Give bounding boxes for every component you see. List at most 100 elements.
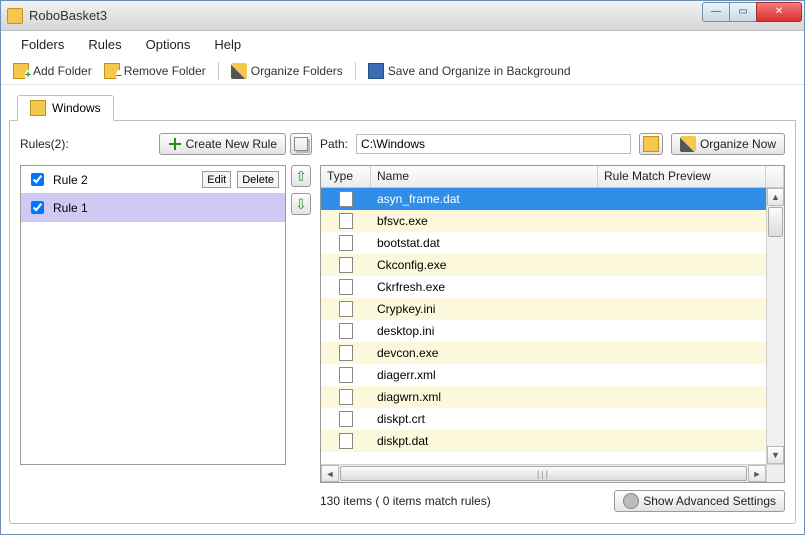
rules-list[interactable]: Rule 2 Edit Delete Rule 1: [20, 165, 286, 465]
tab-row: Windows: [9, 93, 796, 121]
file-name: Crypkey.ini: [371, 300, 598, 318]
organize-folders-button[interactable]: Organize Folders: [227, 61, 347, 81]
arrow-up-icon: ⇧: [295, 168, 307, 185]
save-bg-button[interactable]: Save and Organize in Background: [364, 61, 575, 81]
file-name: asyn_frame.dat: [371, 190, 598, 208]
toolbar-separator: [218, 62, 219, 80]
menu-rules[interactable]: Rules: [78, 34, 131, 55]
file-preview: [598, 263, 766, 267]
file-name: diskpt.crt: [371, 410, 598, 428]
rule-checkbox[interactable]: [31, 173, 44, 186]
title-bar[interactable]: RoboBasket3 — ▭ ✕: [1, 1, 804, 31]
file-name: Ckconfig.exe: [371, 256, 598, 274]
file-name: bootstat.dat: [371, 234, 598, 252]
scroll-left-button[interactable]: ◄: [321, 465, 339, 482]
scroll-down-button[interactable]: ▼: [767, 446, 784, 464]
rule-item[interactable]: Rule 1: [21, 194, 285, 222]
scroll-thumb[interactable]: |||: [340, 466, 747, 481]
header-type[interactable]: Type: [321, 166, 371, 187]
app-window: RoboBasket3 — ▭ ✕ Folders Rules Options …: [0, 0, 805, 535]
arrow-down-icon: ⇩: [295, 196, 307, 213]
file-row[interactable]: asyn_frame.dat: [321, 188, 766, 210]
menu-help[interactable]: Help: [204, 34, 251, 55]
tab-windows[interactable]: Windows: [17, 95, 114, 121]
file-icon: [339, 389, 353, 405]
rule-name: Rule 1: [53, 201, 279, 215]
header-preview[interactable]: Rule Match Preview: [598, 166, 766, 187]
file-preview: [598, 219, 766, 223]
close-button[interactable]: ✕: [756, 2, 802, 22]
file-row[interactable]: devcon.exe: [321, 342, 766, 364]
add-folder-button[interactable]: Add Folder: [9, 61, 96, 81]
file-preview: [598, 373, 766, 377]
maximize-button[interactable]: ▭: [729, 2, 757, 22]
create-new-rule-button[interactable]: Create New Rule: [159, 133, 286, 155]
toolbar-separator: [355, 62, 356, 80]
file-preview: [598, 329, 766, 333]
file-preview: [598, 395, 766, 399]
file-row[interactable]: desktop.ini: [321, 320, 766, 342]
panel: Rules(2): Create New Rule: [9, 121, 796, 524]
horizontal-scrollbar[interactable]: ◄ ||| ►: [321, 464, 784, 482]
file-row[interactable]: diskpt.crt: [321, 408, 766, 430]
minimize-button[interactable]: —: [702, 2, 730, 22]
file-name: desktop.ini: [371, 322, 598, 340]
edit-rule-button[interactable]: Edit: [202, 171, 231, 188]
file-row[interactable]: bootstat.dat: [321, 232, 766, 254]
path-input[interactable]: [356, 134, 631, 154]
file-icon: [339, 213, 353, 229]
file-name: diskpt.dat: [371, 432, 598, 450]
organize-now-button[interactable]: Organize Now: [671, 133, 785, 155]
file-preview: [598, 417, 766, 421]
folder-icon: [30, 100, 46, 116]
file-preview: [598, 351, 766, 355]
menu-folders[interactable]: Folders: [11, 34, 74, 55]
browse-folder-button[interactable]: [639, 133, 663, 155]
file-icon: [339, 191, 353, 207]
move-up-button[interactable]: ⇧: [291, 165, 311, 187]
copy-rule-button[interactable]: [290, 133, 312, 155]
file-name: diagwrn.xml: [371, 388, 598, 406]
vertical-scrollbar[interactable]: ▲ ▼: [766, 188, 784, 464]
file-preview: [598, 197, 766, 201]
save-icon: [368, 63, 384, 79]
plus-icon: [168, 137, 182, 151]
file-row[interactable]: diagwrn.xml: [321, 386, 766, 408]
file-row[interactable]: Crypkey.ini: [321, 298, 766, 320]
copy-icon: [294, 137, 308, 151]
file-icon: [339, 279, 353, 295]
menu-options[interactable]: Options: [136, 34, 201, 55]
file-icon: [339, 433, 353, 449]
rule-name: Rule 2: [53, 173, 196, 187]
file-row[interactable]: diagerr.xml: [321, 364, 766, 386]
rule-checkbox[interactable]: [31, 201, 44, 214]
file-icon: [339, 345, 353, 361]
show-advanced-settings-button[interactable]: Show Advanced Settings: [614, 490, 785, 512]
file-row[interactable]: Ckrfresh.exe: [321, 276, 766, 298]
file-row[interactable]: Ckconfig.exe: [321, 254, 766, 276]
file-row[interactable]: diskpt.dat: [321, 430, 766, 452]
app-icon: [7, 8, 23, 24]
scroll-up-button[interactable]: ▲: [767, 188, 784, 206]
status-text: 130 items ( 0 items match rules): [320, 494, 491, 508]
rule-item[interactable]: Rule 2 Edit Delete: [21, 166, 285, 194]
file-icon: [339, 323, 353, 339]
header-name[interactable]: Name: [371, 166, 598, 187]
window-title: RoboBasket3: [29, 8, 107, 23]
file-icon: [339, 367, 353, 383]
delete-rule-button[interactable]: Delete: [237, 171, 279, 188]
remove-folder-button[interactable]: Remove Folder: [100, 61, 210, 81]
file-preview: [598, 285, 766, 289]
scroll-right-button[interactable]: ►: [748, 465, 766, 482]
folder-add-icon: [13, 63, 29, 79]
file-grid[interactable]: Type Name Rule Match Preview asyn_frame.…: [320, 165, 785, 483]
rules-label: Rules(2):: [20, 137, 69, 151]
move-down-button[interactable]: ⇩: [291, 193, 311, 215]
header-spacer: [766, 166, 784, 187]
gear-icon: [623, 493, 639, 509]
scroll-thumb[interactable]: [768, 207, 783, 237]
rules-panel: Rules(2): Create New Rule: [20, 131, 312, 513]
file-row[interactable]: bfsvc.exe: [321, 210, 766, 232]
wand-icon: [231, 63, 247, 79]
folder-remove-icon: [104, 63, 120, 79]
